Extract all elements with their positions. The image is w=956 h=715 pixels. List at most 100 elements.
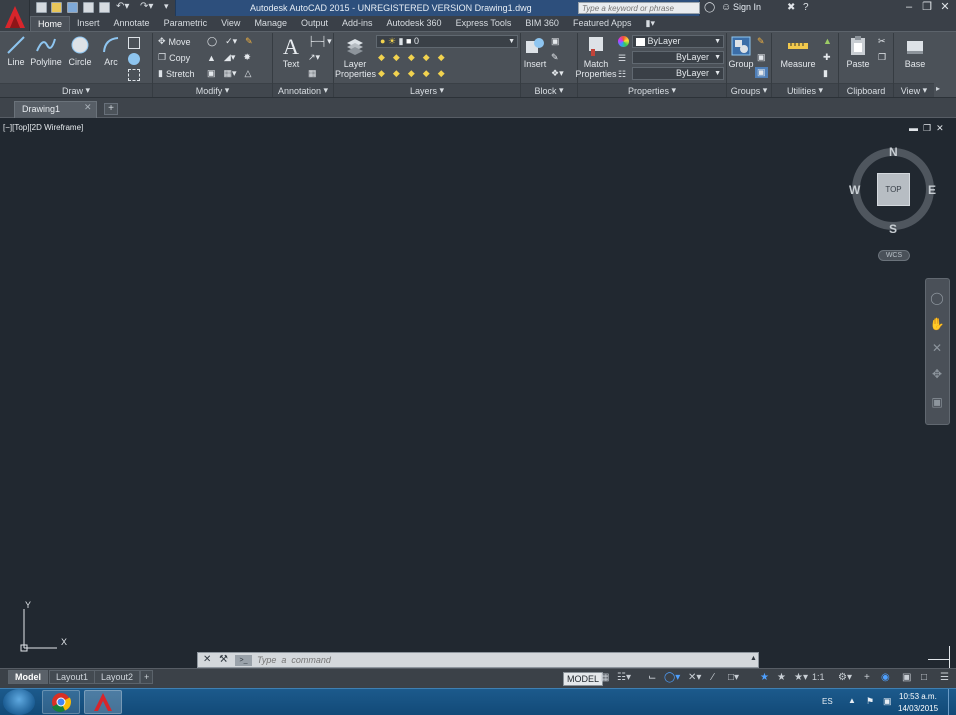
tab-output[interactable]: Output bbox=[294, 16, 335, 31]
vp-minimize-icon[interactable]: ▬ bbox=[909, 123, 923, 133]
layout-tab-layout1[interactable]: Layout1 bbox=[49, 670, 96, 684]
tab-insert[interactable]: Insert bbox=[70, 16, 107, 31]
compass-west[interactable]: W bbox=[849, 183, 860, 197]
polyline-button[interactable]: Polyline bbox=[30, 35, 62, 67]
showmotion-icon[interactable]: ▣ bbox=[929, 394, 945, 410]
mirror-icon[interactable]: ▲ bbox=[207, 53, 216, 63]
viewport-controls-label[interactable]: [−][Top][2D Wireframe] bbox=[3, 123, 83, 132]
close-button[interactable]: ✕ bbox=[936, 0, 954, 16]
annotation-visibility-icon[interactable]: ★ bbox=[760, 672, 769, 683]
save-as-icon[interactable] bbox=[83, 2, 94, 13]
annotation-panel-title[interactable]: Annotation ▾ bbox=[273, 83, 333, 97]
arc-button[interactable]: Arc bbox=[99, 35, 123, 67]
stretch-button[interactable]: ▮ Stretch bbox=[158, 68, 194, 79]
auto-scale-icon[interactable]: ★ bbox=[777, 672, 786, 683]
osnap-tracking-icon[interactable]: ∕ bbox=[712, 672, 714, 683]
modify-panel-title[interactable]: Modify ▾ bbox=[153, 83, 272, 97]
user-icon[interactable]: ☺ bbox=[721, 2, 731, 13]
create-block-button[interactable]: ▣ bbox=[551, 36, 560, 47]
pan-hand-icon[interactable]: ✋ bbox=[929, 316, 945, 332]
insert-button[interactable]: Insert bbox=[522, 35, 548, 69]
base-view-button[interactable]: Base bbox=[900, 35, 930, 69]
block-attributes-button[interactable]: ❖▾ bbox=[551, 68, 564, 79]
add-layout-button[interactable]: + bbox=[140, 670, 154, 684]
vp-close-icon[interactable]: ✕ bbox=[936, 123, 949, 133]
plot-icon[interactable] bbox=[99, 2, 110, 13]
layer-properties-button[interactable]: Layer Properties bbox=[335, 35, 376, 79]
trim-icon[interactable]: ✓▾ bbox=[225, 36, 237, 47]
block-panel-title[interactable]: Block ▾ bbox=[521, 83, 577, 97]
layer-dropdown[interactable]: ● ☀ ▮ ■ 0 ▼ bbox=[376, 35, 518, 48]
hardware-acceleration-icon[interactable]: ▣ bbox=[902, 672, 911, 683]
tab-view[interactable]: View bbox=[214, 16, 247, 31]
layer-unlock-icon[interactable]: ◆ bbox=[423, 68, 430, 79]
exchange-icon[interactable]: ✖ bbox=[787, 2, 795, 13]
taskbar-chrome[interactable] bbox=[42, 690, 80, 714]
drawing-area[interactable] bbox=[0, 119, 956, 667]
layout-tab-layout2[interactable]: Layout2 bbox=[94, 670, 141, 684]
layer-match-icon[interactable]: ◆ bbox=[378, 52, 385, 63]
vp-restore-icon[interactable]: ❐ bbox=[923, 123, 936, 133]
compass-east[interactable]: E bbox=[928, 183, 936, 197]
layout-tab-model[interactable]: Model bbox=[8, 670, 48, 684]
move-button[interactable]: ✥ Move bbox=[158, 36, 191, 47]
cut-button[interactable]: ✂ bbox=[878, 36, 886, 47]
erase-icon[interactable]: ✎ bbox=[245, 36, 253, 47]
sign-in-button[interactable]: Sign In bbox=[733, 2, 761, 12]
model-space-toggle[interactable]: MODEL bbox=[563, 672, 604, 686]
scale-icon[interactable]: ▣ bbox=[207, 68, 216, 79]
layer-previous-icon[interactable]: ◆ bbox=[393, 52, 400, 63]
match-properties-button[interactable]: Match Properties bbox=[575, 35, 617, 79]
utilities-panel-title[interactable]: Utilities ▾ bbox=[772, 83, 838, 97]
tab-express-tools[interactable]: Express Tools bbox=[449, 16, 519, 31]
redo-icon[interactable]: ↷▾ bbox=[140, 1, 153, 12]
annotation-scale-icon[interactable]: ★▾ bbox=[794, 672, 808, 683]
layer-off-icon[interactable]: ◆ bbox=[438, 52, 445, 63]
snap-icon[interactable]: ☷▾ bbox=[617, 672, 631, 683]
copy-clip-button[interactable]: ❐ bbox=[878, 52, 886, 63]
tab-home[interactable]: Home bbox=[30, 16, 71, 31]
panel-expand-icon[interactable]: ▸ bbox=[936, 84, 940, 93]
offset-icon[interactable]: △ bbox=[245, 68, 252, 79]
minimize-button[interactable]: – bbox=[900, 0, 918, 16]
command-prompt-icon[interactable]: >_ bbox=[235, 655, 252, 666]
quick-select-button[interactable]: ▲ bbox=[823, 36, 832, 46]
text-button[interactable]: A Text bbox=[278, 35, 304, 70]
workspace-gear-icon[interactable]: ⚙▾ bbox=[838, 672, 852, 683]
tray-arrow-icon[interactable]: ▲ bbox=[848, 696, 856, 705]
tab-annotate[interactable]: Annotate bbox=[107, 16, 157, 31]
restore-button[interactable]: ❐ bbox=[918, 0, 936, 16]
object-snap-icon[interactable]: □▾ bbox=[728, 672, 739, 683]
compass-south[interactable]: S bbox=[889, 222, 897, 236]
isodraft-icon[interactable]: ✕▾ bbox=[688, 672, 701, 683]
rotate-icon[interactable]: ◯ bbox=[207, 36, 217, 47]
annotation-scale-value[interactable]: 1:1 bbox=[812, 672, 825, 682]
tab-add-ins[interactable]: Add-ins bbox=[335, 16, 380, 31]
lineweight-dropdown[interactable]: ByLayer ▼ bbox=[632, 51, 724, 64]
binoculars-icon[interactable]: ◯ bbox=[704, 2, 715, 13]
rectangle-button[interactable] bbox=[128, 37, 140, 49]
fillet-icon[interactable]: ◢▾ bbox=[224, 52, 235, 63]
viewcube-top-face[interactable]: TOP bbox=[877, 173, 910, 206]
start-button[interactable] bbox=[3, 689, 35, 715]
circle-button[interactable]: Circle bbox=[66, 35, 94, 67]
show-desktop-button[interactable] bbox=[948, 689, 956, 715]
group-edit-button[interactable]: ▣ bbox=[757, 52, 766, 63]
command-close-icon[interactable]: ✕ bbox=[203, 654, 211, 665]
polar-icon[interactable]: ◯▾ bbox=[664, 672, 680, 683]
layers-panel-title[interactable]: Layers ▾ bbox=[334, 83, 520, 97]
save-icon[interactable] bbox=[67, 2, 78, 13]
help-icon[interactable]: ? bbox=[803, 2, 809, 13]
ungroup-button[interactable]: ✎ bbox=[757, 36, 765, 47]
open-icon[interactable] bbox=[51, 2, 62, 13]
clean-screen-icon[interactable]: □ bbox=[921, 672, 927, 683]
plus-icon[interactable]: + bbox=[864, 672, 870, 683]
region-button[interactable] bbox=[128, 69, 140, 81]
dimension-button[interactable]: ├─┤▾ bbox=[308, 36, 332, 47]
group-button[interactable]: Group bbox=[728, 35, 754, 69]
tab-autodesk-360[interactable]: Autodesk 360 bbox=[380, 16, 449, 31]
calculator-button[interactable]: ▮ bbox=[823, 68, 828, 79]
command-settings-icon[interactable]: ⚒ bbox=[219, 654, 228, 665]
undo-icon[interactable]: ↶▾ bbox=[116, 1, 129, 12]
application-menu-button[interactable] bbox=[0, 0, 30, 34]
